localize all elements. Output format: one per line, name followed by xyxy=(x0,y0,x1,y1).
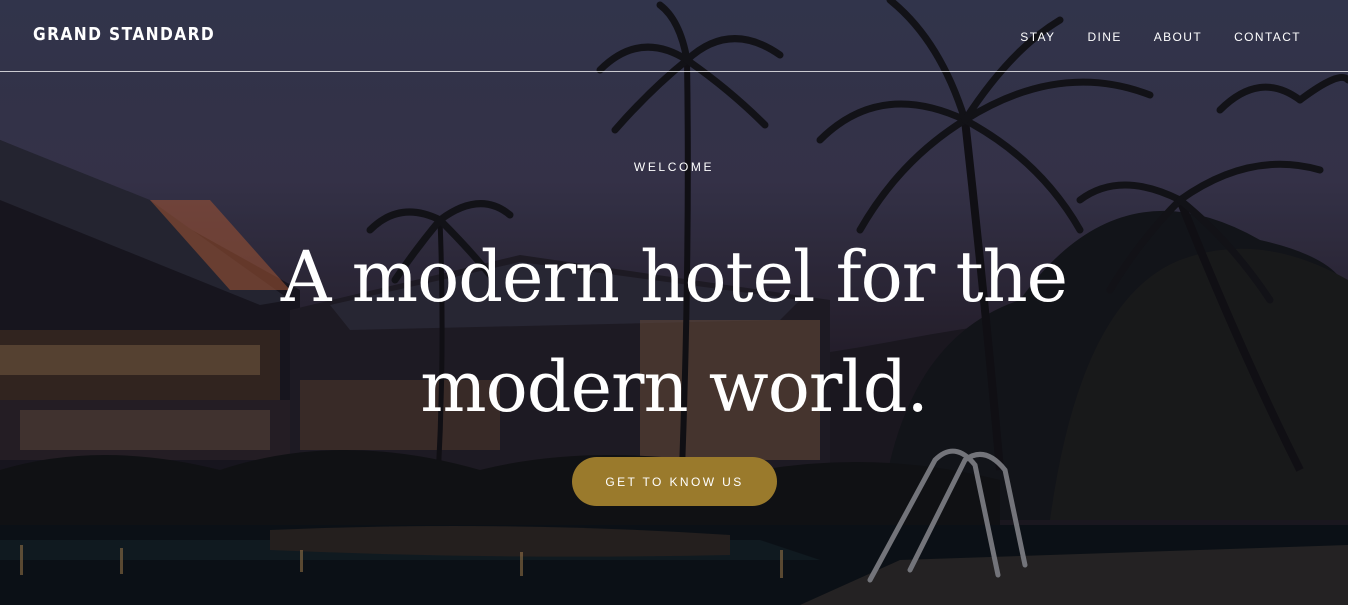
site-header: GRAND STANDARD STAY DINE ABOUT CONTACT xyxy=(0,0,1348,72)
nav-link-stay[interactable]: STAY xyxy=(1020,30,1055,44)
hero-headline: A modern hotel for the modern world. xyxy=(0,222,1348,442)
hero-headline-line-1: A modern hotel for the xyxy=(280,236,1068,318)
main-nav: STAY DINE ABOUT CONTACT xyxy=(1020,30,1301,44)
nav-link-contact[interactable]: CONTACT xyxy=(1234,30,1301,44)
site-logo[interactable]: GRAND STANDARD xyxy=(33,24,215,45)
hero-eyebrow: WELCOME xyxy=(633,160,715,174)
hero-headline-line-2: modern world. xyxy=(420,346,929,428)
get-to-know-us-button[interactable]: GET TO KNOW US xyxy=(572,457,777,506)
nav-link-dine[interactable]: DINE xyxy=(1087,30,1121,44)
nav-link-about[interactable]: ABOUT xyxy=(1154,30,1202,44)
